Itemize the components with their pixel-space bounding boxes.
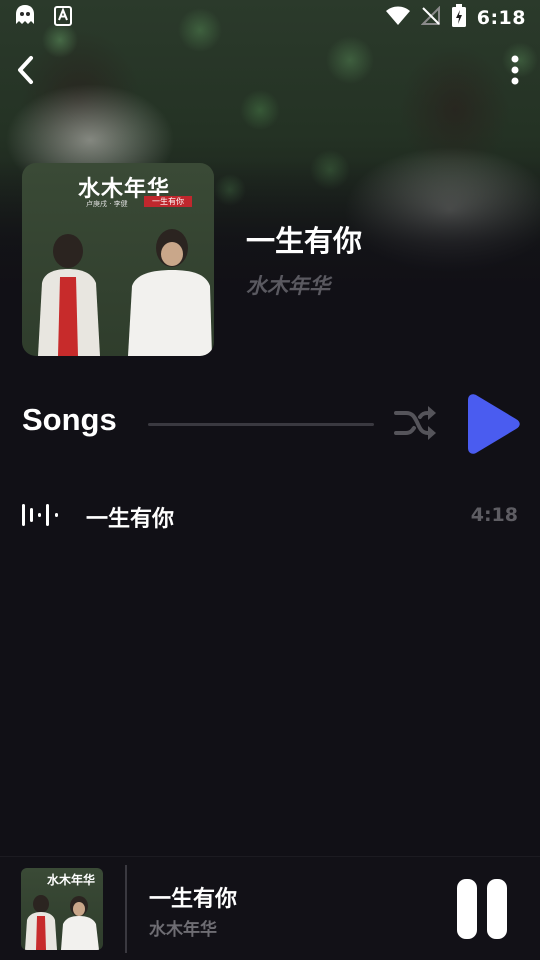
cover-person-right	[128, 229, 212, 356]
now-playing-equalizer-icon	[22, 504, 58, 526]
battery-charging-icon	[451, 4, 467, 32]
shuffle-icon	[394, 404, 438, 446]
songs-heading: Songs	[22, 402, 117, 437]
pause-icon-bar	[487, 879, 507, 939]
album-artist[interactable]: 水木年华	[246, 270, 330, 300]
ghost-icon	[14, 4, 36, 32]
album-cover: 水木年华 卢庚戌 · 李健 一生有你	[22, 163, 214, 356]
more-options-button[interactable]	[500, 54, 530, 90]
no-signal-icon	[420, 5, 441, 30]
cover-subtitle: 卢庚戌 · 李健	[86, 200, 128, 208]
album-title: 一生有你	[246, 224, 363, 258]
status-bar: 6:18	[0, 0, 540, 36]
play-all-button[interactable]	[462, 392, 524, 456]
track-duration: 4:18	[470, 504, 518, 526]
pause-button[interactable]	[452, 877, 512, 941]
mini-player[interactable]: 水木年华 一生有你 水木年华	[0, 856, 540, 960]
track-row[interactable]: 一生有你 4:18	[0, 492, 540, 540]
mini-player-artist: 水木年华	[149, 920, 217, 940]
pause-icon	[457, 879, 477, 939]
track-title: 一生有你	[86, 507, 175, 532]
mini-player-divider	[125, 865, 127, 953]
text-a-icon	[54, 6, 72, 30]
more-vertical-icon	[510, 55, 520, 89]
cover-person-left	[38, 234, 100, 356]
mini-cover-art	[25, 895, 99, 950]
mini-player-cover: 水木年华	[21, 868, 103, 950]
mini-player-title: 一生有你	[149, 887, 238, 912]
play-icon	[462, 394, 524, 460]
wifi-icon	[385, 6, 411, 30]
shuffle-button[interactable]	[392, 404, 440, 446]
status-time: 6:18	[476, 7, 526, 29]
back-button[interactable]	[8, 54, 44, 90]
album-screen: 6:18 水木年华 卢庚戌 · 李健 一生有你 一生有你 水木年华 Songs …	[0, 0, 540, 960]
cover-tag: 一生有你	[144, 196, 192, 207]
chevron-left-icon	[16, 55, 36, 89]
songs-divider	[148, 423, 374, 426]
